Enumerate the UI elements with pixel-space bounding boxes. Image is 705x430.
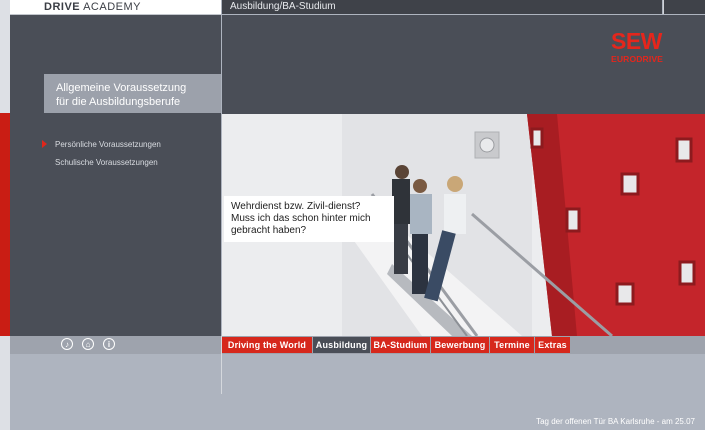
speaker-icon[interactable]: ♪ — [61, 338, 73, 350]
eurodrive-logo-text: EURODRIVE — [611, 54, 663, 64]
speech-line-2: Muss ich das schon hinter mich — [231, 213, 371, 224]
utility-bar — [10, 336, 221, 354]
logo-drive-text: DRIVE — [44, 1, 81, 13]
nav-tab-driving-the-world[interactable]: Driving the World — [222, 337, 312, 353]
sidebar-heading-line1: Allgemeine Voraussetzung — [56, 82, 187, 94]
nav-tab-bewerbung[interactable]: Bewerbung — [431, 337, 489, 353]
sidebar-item-personal-requirements[interactable]: Persönliche Voraussetzungen — [55, 140, 161, 150]
active-arrow-icon — [42, 140, 47, 148]
nav-tab-ba-studium[interactable]: BA-Studium — [371, 337, 430, 353]
vertical-divider — [221, 336, 222, 394]
title-bar-end — [663, 0, 705, 14]
print-icon[interactable]: ⌂ — [82, 338, 94, 350]
info-icon[interactable]: i — [103, 338, 115, 350]
sidebar-item-school-requirements[interactable]: Schulische Voraussetzungen — [55, 158, 158, 168]
sidebar-heading-line2: für die Ausbildungsberufe — [56, 96, 181, 108]
speech-line-1: Wehrdienst bzw. Zivil-dienst? — [231, 201, 361, 212]
footer-news-link[interactable]: Tag der offenen Tür BA Karlsruhe - am 25… — [536, 417, 695, 427]
speech-line-3: gebracht haben? — [231, 225, 307, 236]
drive-academy-logo[interactable]: DRIVE ACADEMY — [44, 1, 141, 13]
nav-tab-extras[interactable]: Extras — [535, 337, 570, 353]
logo-academy-text: ACADEMY — [83, 1, 141, 13]
page-section-title: Ausbildung/BA-Studium — [230, 1, 336, 12]
sew-logo[interactable]: SEW — [611, 30, 662, 53]
nav-tab-ausbildung[interactable]: Ausbildung — [313, 337, 370, 353]
nav-tab-termine[interactable]: Termine — [490, 337, 534, 353]
red-accent-edge — [0, 113, 10, 336]
page: DRIVE ACADEMY Ausbildung/BA-Studium Allg… — [0, 0, 705, 430]
